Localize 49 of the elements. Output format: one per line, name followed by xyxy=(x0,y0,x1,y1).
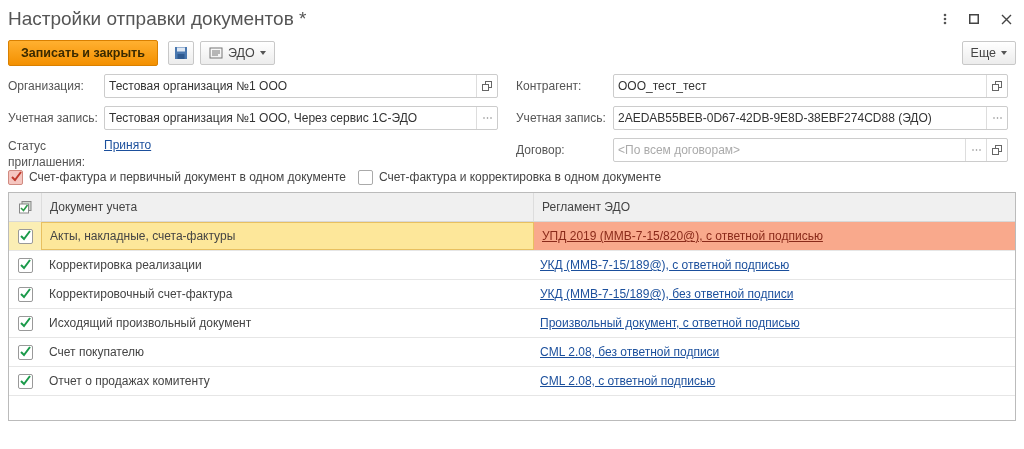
maximize-icon[interactable] xyxy=(969,14,979,24)
table-cell: Отчет о продажах комитенту xyxy=(49,374,210,388)
field-label: Организация: xyxy=(8,79,85,93)
status-link[interactable]: Принято xyxy=(104,138,152,152)
document-icon xyxy=(208,47,223,59)
checkbox[interactable] xyxy=(17,257,33,273)
regulation-link[interactable]: Произвольный документ, с ответной подписью xyxy=(540,316,800,330)
windows-icon xyxy=(992,81,1002,91)
more-options-icon[interactable] xyxy=(943,13,947,25)
table-cell: Счет покупателю xyxy=(49,345,144,359)
checkbox[interactable] xyxy=(17,286,33,302)
field-label: Контрагент: xyxy=(516,79,583,93)
checkbox-label: Счет-фактура и первичный документ в одном документе xyxy=(29,170,346,184)
windows-icon xyxy=(992,145,1002,155)
save-and-close-button[interactable]: Записать и закрыть xyxy=(8,40,158,66)
table-cell: Корректировочный счет-фактура xyxy=(49,287,233,301)
regulation-link[interactable]: УКД (ММВ-7-15/189@), без ответной подписи xyxy=(540,287,794,301)
caret-icon xyxy=(259,51,266,55)
input-field[interactable]: Тестовая организация №1 ООО, Через сервис 1С-ЭДО xyxy=(104,106,498,130)
table-cell: Акты, накладные, счета-фактуры xyxy=(50,229,236,243)
more-button[interactable]: Еще xyxy=(961,41,1016,65)
save-button[interactable] xyxy=(167,41,194,65)
input-field[interactable]: ООО_тест_тест xyxy=(613,74,1008,98)
checkbox[interactable] xyxy=(358,169,373,185)
windows-icon xyxy=(482,81,492,91)
field-label: Учетная запись: xyxy=(8,111,99,125)
field-label: Учетная запись: xyxy=(516,111,607,125)
window-title: Настройки отправки документов * xyxy=(8,8,307,30)
checkbox[interactable] xyxy=(17,344,33,360)
checkbox[interactable] xyxy=(17,228,33,244)
table-cell: Корректировка реализации xyxy=(49,258,202,272)
column-header[interactable]: Регламент ЭДО xyxy=(542,200,630,214)
table-cell: Исходящий произвольный документ xyxy=(49,316,252,330)
checkbox[interactable] xyxy=(8,169,23,185)
caret-icon xyxy=(1001,51,1007,55)
input-field[interactable]: 2AEDAB55BEB-0D67-42DB-9E8D-38EBF274CD88 (ЭДО) xyxy=(613,106,1008,130)
close-icon[interactable] xyxy=(1001,13,1012,25)
checkbox-label: Счет-фактура и корректировка в одном документе xyxy=(379,170,662,184)
edo-menu-button[interactable]: ЭДО xyxy=(199,41,275,65)
input-field[interactable]: Тестовая организация №1 ООО xyxy=(104,74,498,98)
field-label: Договор: xyxy=(516,143,566,157)
checkbox[interactable] xyxy=(17,373,33,389)
regulation-link[interactable]: CML 2.08, без ответной подписи xyxy=(540,345,720,359)
field-label: Статус приглашения: xyxy=(8,138,84,170)
check-all-icon[interactable] xyxy=(18,200,32,214)
checkbox[interactable] xyxy=(17,315,33,331)
regulation-link[interactable]: CML 2.08, с ответной подписью xyxy=(540,374,716,388)
column-header[interactable]: Документ учета xyxy=(50,200,138,214)
regulation-link[interactable]: УКД (ММВ-7-15/189@), с ответной подписью xyxy=(540,258,790,272)
